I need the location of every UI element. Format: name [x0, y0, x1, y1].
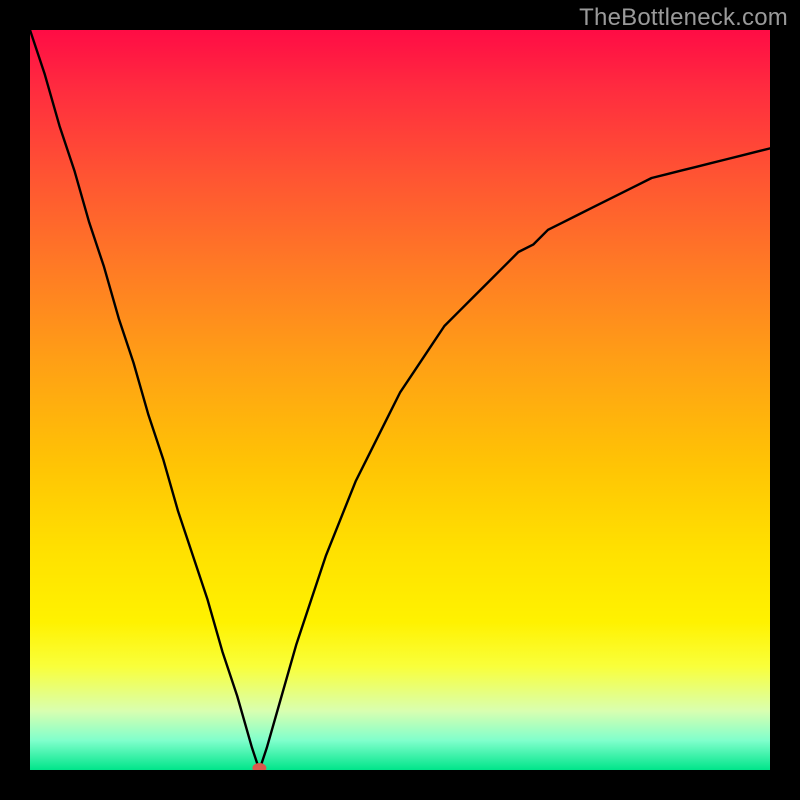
- bottleneck-curve: [30, 30, 770, 770]
- chart-frame: TheBottleneck.com: [0, 0, 800, 800]
- watermark-text: TheBottleneck.com: [579, 4, 788, 32]
- plot-area: [30, 30, 770, 770]
- curve-path: [30, 30, 770, 770]
- optimum-marker: [252, 763, 266, 770]
